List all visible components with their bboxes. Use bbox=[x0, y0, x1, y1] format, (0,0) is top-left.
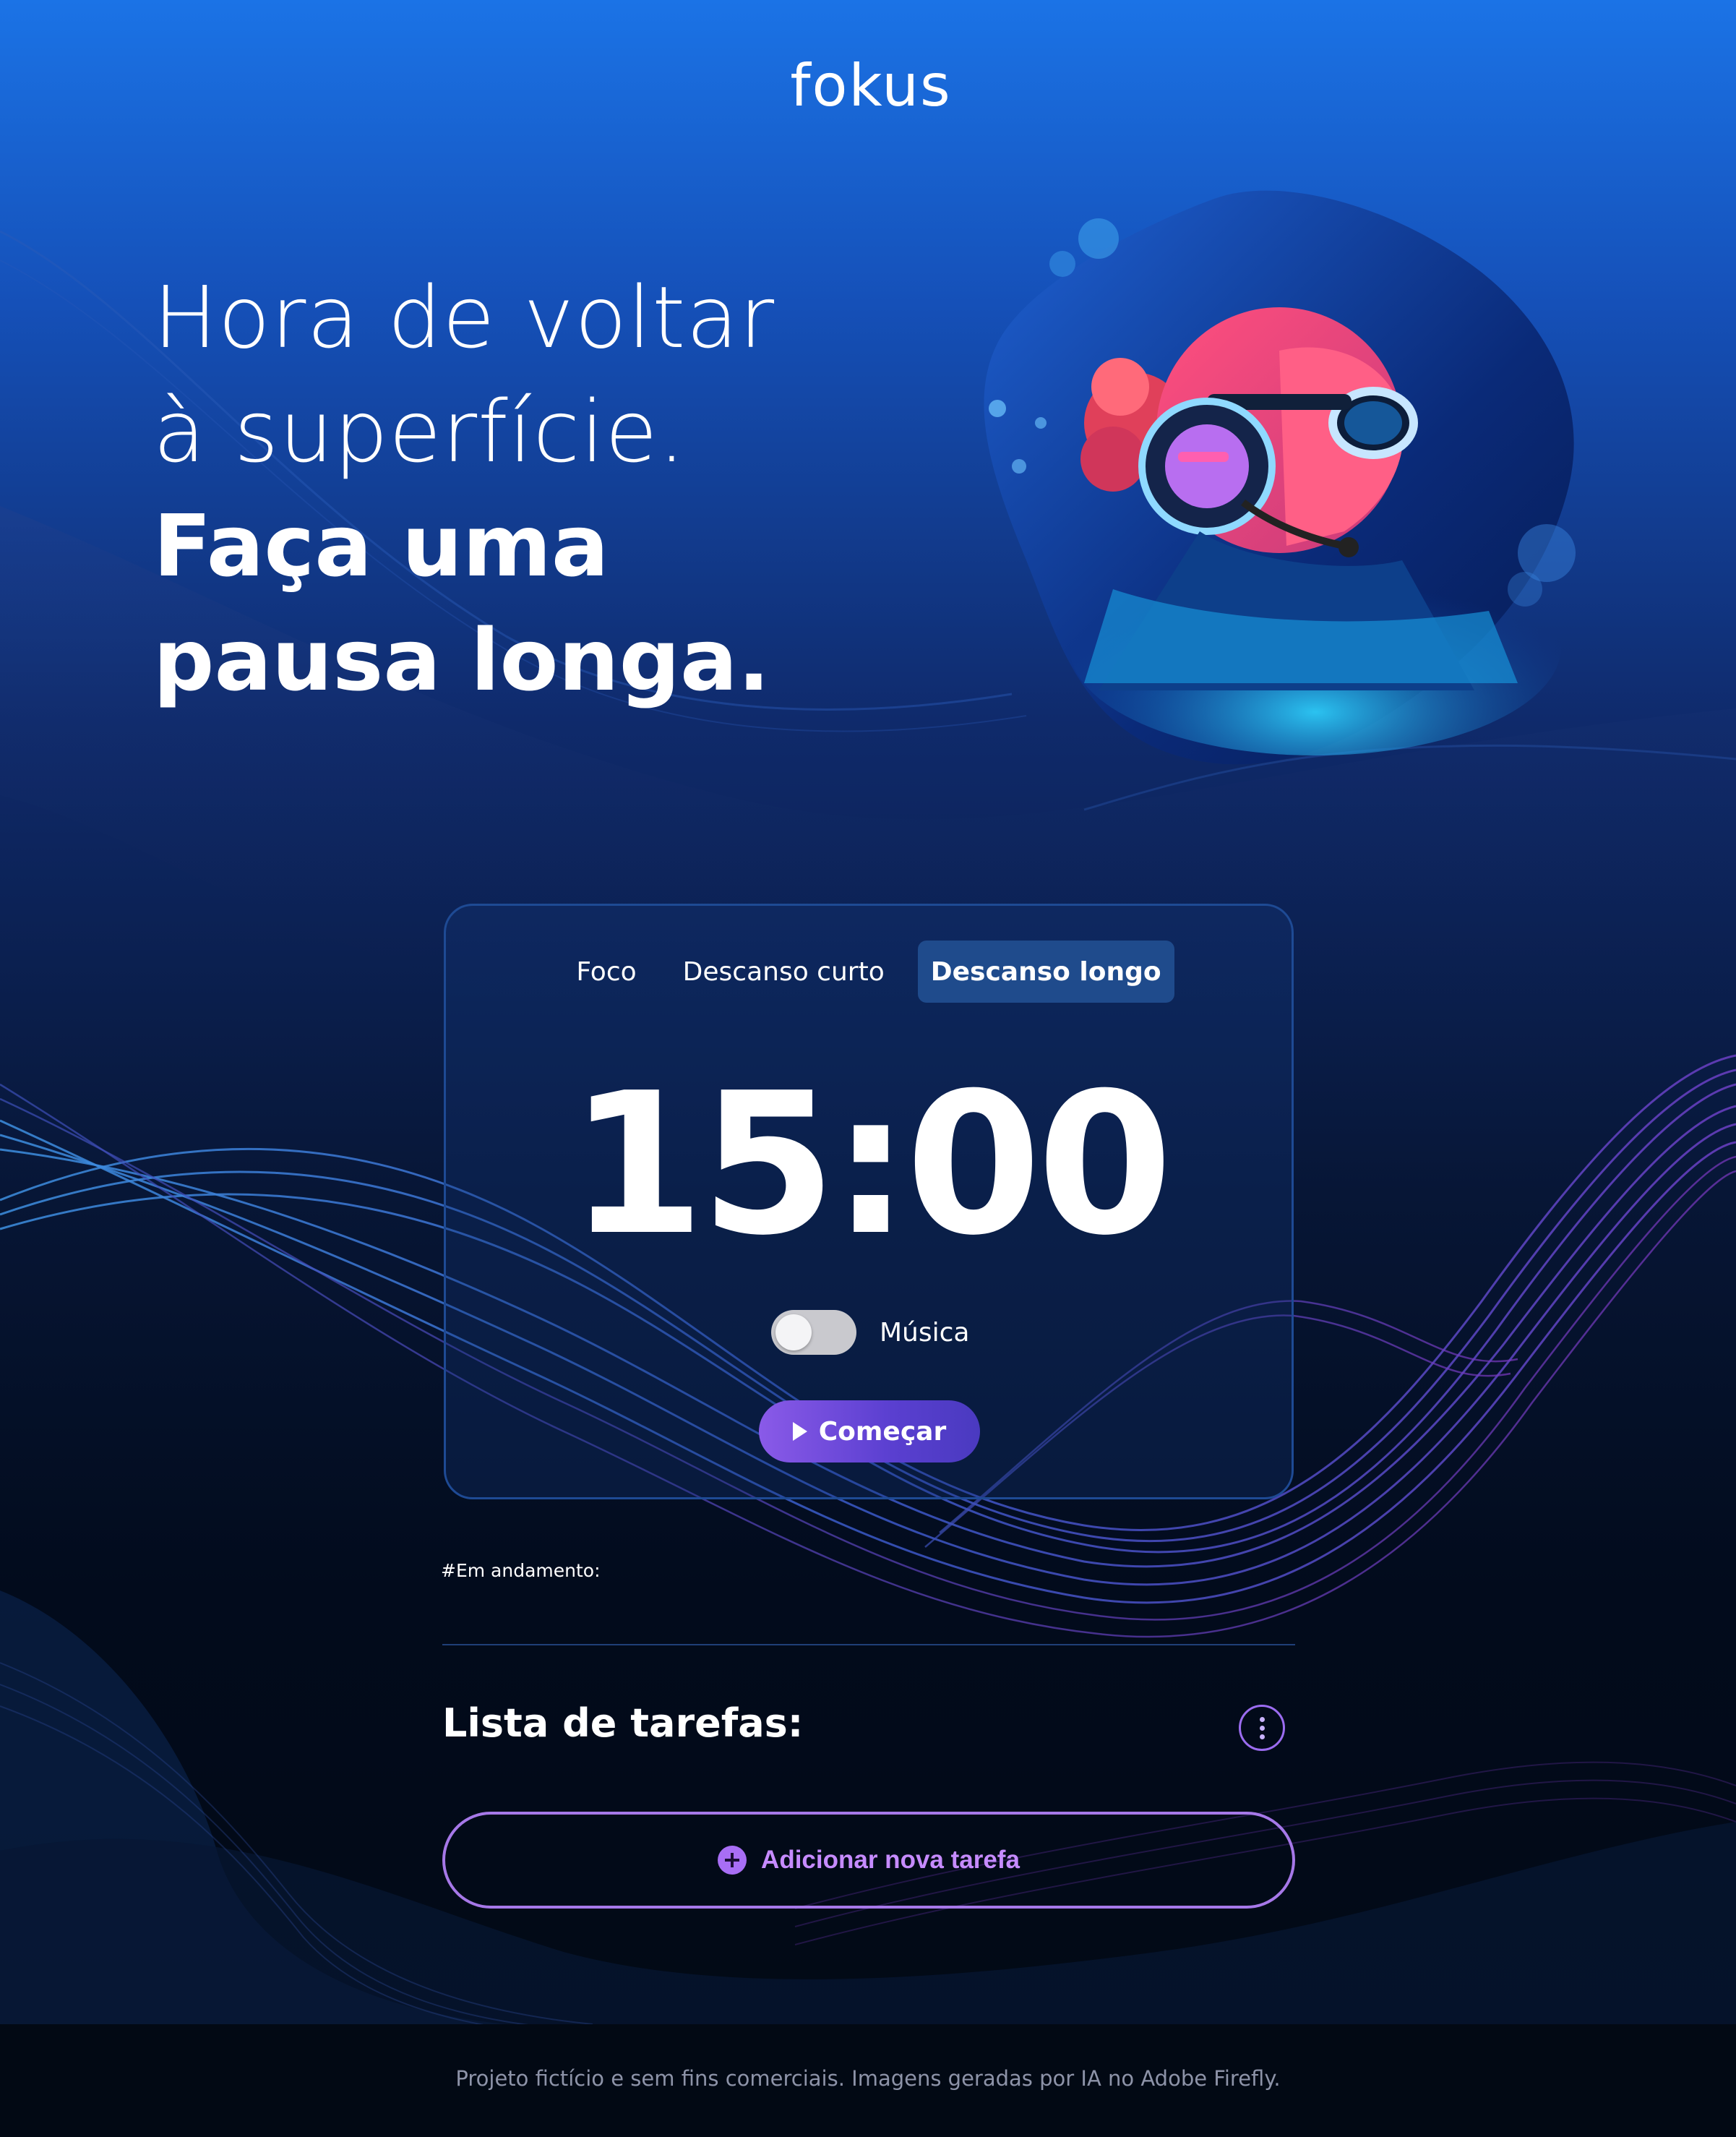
in-progress-label: #Em andamento: bbox=[441, 1560, 601, 1581]
headline: Hora de voltar à superfície. Faça uma pa… bbox=[153, 260, 876, 717]
divider bbox=[442, 1644, 1295, 1645]
fokus-logo: fokus bbox=[773, 52, 968, 119]
add-task-button[interactable]: Adicionar nova tarefa bbox=[442, 1812, 1295, 1909]
tab-foco[interactable]: Foco bbox=[563, 941, 649, 1003]
music-control: Música bbox=[771, 1309, 970, 1356]
headline-line-3: Faça uma bbox=[153, 496, 609, 596]
timer-card: Foco Descanso curto Descanso longo 15:00… bbox=[444, 904, 1294, 1499]
headline-line-1: Hora de voltar bbox=[153, 267, 775, 367]
headline-line-4: pausa longa. bbox=[153, 610, 770, 710]
more-dots-icon bbox=[1259, 1734, 1265, 1739]
toggle-knob bbox=[775, 1314, 812, 1350]
headline-line-2: à superfície. bbox=[153, 382, 687, 481]
music-label: Música bbox=[880, 1317, 970, 1348]
tab-descanso-curto[interactable]: Descanso curto bbox=[670, 941, 898, 1003]
tab-descanso-longo[interactable]: Descanso longo bbox=[917, 941, 1174, 1003]
start-button-label: Começar bbox=[818, 1416, 947, 1447]
start-button[interactable]: Começar bbox=[759, 1400, 980, 1463]
add-task-label: Adicionar nova tarefa bbox=[761, 1846, 1020, 1874]
tasks-title: Lista de tarefas: bbox=[442, 1700, 804, 1746]
timer-tabs: Foco Descanso curto Descanso longo bbox=[446, 941, 1292, 1003]
plus-circle-icon bbox=[718, 1846, 747, 1875]
more-dots-icon bbox=[1259, 1716, 1265, 1722]
timer-display: 15:00 bbox=[569, 1050, 1172, 1278]
hero-illustration bbox=[984, 190, 1576, 765]
logo-text: fokus bbox=[790, 51, 952, 119]
footer-text: Projeto fictício e sem fins comerciais. … bbox=[455, 2066, 1281, 2091]
music-toggle[interactable] bbox=[771, 1310, 856, 1355]
more-options-button[interactable] bbox=[1239, 1705, 1285, 1751]
more-dots-icon bbox=[1259, 1725, 1265, 1731]
play-icon bbox=[792, 1422, 807, 1441]
